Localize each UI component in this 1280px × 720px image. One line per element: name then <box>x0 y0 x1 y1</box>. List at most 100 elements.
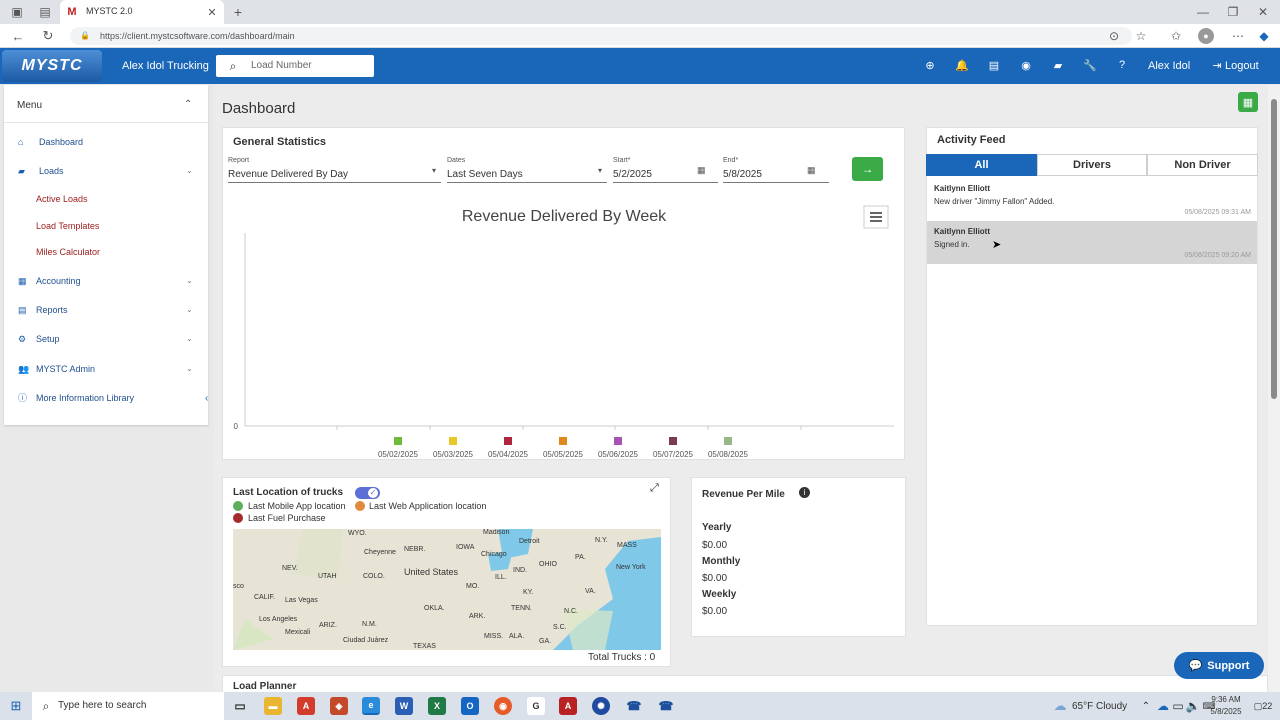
activity-item[interactable]: Kaitlynn Elliott Signed in. 05/08/2025 0… <box>927 221 1257 264</box>
copilot-icon[interactable]: ◆ <box>1256 28 1272 44</box>
activity-name: Kaitlynn Elliott <box>934 184 990 193</box>
scrollbar-thumb[interactable] <box>1271 99 1277 399</box>
sidebar-item-label: MYSTC Admin <box>36 364 96 374</box>
acrobat-icon[interactable]: A <box>297 697 315 715</box>
close-tab-icon[interactable]: ✕ <box>206 5 218 19</box>
user-name[interactable]: Alex Idol <box>1148 60 1190 72</box>
x-tick-label: 05/02/2025 <box>378 450 419 459</box>
truck-map[interactable]: WYO. NEBR. IOWA Madison Detroit N.Y. MAS… <box>233 529 661 650</box>
url-input[interactable]: 🔒 https://client.mystcsoftware.com/dashb… <box>70 27 1132 45</box>
more-menu-icon[interactable]: ⋯ <box>1230 28 1246 44</box>
logout-link[interactable]: Logout <box>1225 60 1259 72</box>
caret-down-icon[interactable]: ▾ <box>598 166 602 175</box>
favorite-star-icon[interactable]: ☆ <box>1133 28 1149 44</box>
sidebar-item-dashboard[interactable]: ⌂ Dashboard <box>4 132 208 152</box>
activity-item[interactable]: Kaitlynn Elliott New driver "Jimmy Fallo… <box>927 178 1257 221</box>
load-number-search[interactable]: ⌕ Load Number <box>216 55 374 77</box>
favorites-icon[interactable]: ✩ <box>1168 28 1184 44</box>
tab-actions-icon[interactable]: ▤ <box>38 5 52 19</box>
sidebar-item-setup[interactable]: ⚙ Setup ⌄ <box>4 329 208 349</box>
tab-non-driver[interactable]: Non Driver <box>1147 154 1258 176</box>
google-icon[interactable]: G <box>527 697 545 715</box>
calendar-icon[interactable]: ▦ <box>807 165 816 176</box>
close-window-icon[interactable]: ✕ <box>1256 4 1270 20</box>
sidebar-item-accounting[interactable]: ▦ Accounting ⌄ <box>4 271 208 291</box>
sidebar: Menu ⌃ ⌂ Dashboard ▰ Loads ⌄ Active Load… <box>4 85 208 425</box>
total-trucks: Total Trucks : 0 <box>588 652 656 663</box>
minimize-icon[interactable]: — <box>1196 4 1210 20</box>
wrench-icon[interactable]: 🔧 <box>1083 58 1097 72</box>
go-button[interactable]: → <box>852 157 883 181</box>
home-icon: ⌂ <box>18 137 24 147</box>
sidebar-subitem-load-templates[interactable]: Load Templates <box>36 218 99 234</box>
weather-text[interactable]: 65°F Cloudy <box>1072 701 1127 712</box>
info-icon[interactable]: i <box>799 487 810 498</box>
dates-select[interactable]: Last Seven Days <box>447 169 523 180</box>
truck-location-toggle[interactable]: ✓ <box>355 487 380 499</box>
back-icon[interactable]: ← <box>10 28 26 44</box>
user-circle-icon[interactable]: ◉ <box>1019 58 1033 72</box>
collapse-sidebar-icon[interactable]: ‹ <box>205 393 208 404</box>
end-date-input[interactable]: 5/8/2025 <box>723 169 762 180</box>
phone-app-2-icon[interactable]: ☎ <box>657 697 675 715</box>
calendar-icon[interactable]: ▦ <box>697 165 706 176</box>
sidebar-item-mystc-admin[interactable]: 👥 MYSTC Admin ⌄ <box>4 359 208 379</box>
chat-bubble-icon: 💬 <box>1188 660 1203 672</box>
tab-drivers[interactable]: Drivers <box>1037 154 1147 176</box>
outlook-icon[interactable]: O <box>461 697 479 715</box>
speaker-icon[interactable]: 🔈 <box>1186 698 1201 714</box>
help-icon[interactable]: ? <box>1115 58 1129 72</box>
task-view-icon[interactable]: ▭ <box>231 697 249 715</box>
network-app-icon[interactable]: ✺ <box>592 697 610 715</box>
clock-date[interactable]: 5/8/2025 <box>1206 707 1246 716</box>
app-icon[interactable]: ◈ <box>330 697 348 715</box>
workspaces-icon[interactable]: ▣ <box>10 5 24 19</box>
web-location-dot <box>355 501 365 511</box>
tab-all[interactable]: All <box>926 154 1037 176</box>
chevron-up-icon[interactable]: ⌃ <box>184 99 192 110</box>
profile-icon[interactable]: ● <box>1198 28 1214 44</box>
chat-icon[interactable]: ▤ <box>987 58 1001 72</box>
chevron-up-icon[interactable]: ⌃ <box>1140 698 1152 714</box>
spreadsheet-icon[interactable]: ▦ <box>1238 92 1258 112</box>
clock-time[interactable]: 9:36 AM <box>1208 695 1244 704</box>
sidebar-subitem-active-loads[interactable]: Active Loads <box>36 191 88 207</box>
word-icon[interactable]: W <box>395 697 413 715</box>
phone-app-icon[interactable]: ☎ <box>625 697 643 715</box>
add-circle-icon[interactable]: ⊕ <box>923 58 937 72</box>
notifications-icon[interactable]: ▢ 22 <box>1252 698 1274 714</box>
page-scrollbar[interactable] <box>1268 85 1280 692</box>
acrobat-reader-icon[interactable]: A <box>559 697 577 715</box>
menu-header[interactable]: Menu ⌃ <box>4 85 208 123</box>
file-explorer-icon[interactable]: ▬ <box>264 697 282 715</box>
firefox-icon[interactable]: ◉ <box>494 697 512 715</box>
truck-icon[interactable]: ▰ <box>1051 58 1065 72</box>
page-title: Dashboard <box>222 100 296 117</box>
lock-icon[interactable]: 🔒 <box>80 30 90 42</box>
browser-tab[interactable]: M MYSTC 2.0 ✕ <box>60 0 224 24</box>
support-button[interactable]: 💬 Support <box>1174 652 1264 679</box>
caret-down-icon[interactable]: ▾ <box>432 166 436 175</box>
activity-name: Kaitlynn Elliott <box>934 227 990 236</box>
taskbar-search[interactable]: ⌕ Type here to search <box>32 692 224 720</box>
expand-icon[interactable]: ⤢ <box>650 482 659 495</box>
excel-icon[interactable]: X <box>428 697 446 715</box>
logout-icon[interactable]: ⇥ <box>1210 58 1224 72</box>
new-tab-icon[interactable]: + <box>230 4 246 20</box>
sidebar-subitem-miles-calculator[interactable]: Miles Calculator <box>36 244 100 260</box>
network-icon[interactable]: ▭ <box>1172 698 1184 714</box>
windows-start-icon[interactable]: ⊞ <box>8 698 24 714</box>
start-date-input[interactable]: 5/2/2025 <box>613 169 652 180</box>
edge-icon[interactable]: e <box>362 697 380 715</box>
maximize-icon[interactable]: ❐ <box>1226 4 1240 20</box>
sidebar-item-loads[interactable]: ▰ Loads ⌄ <box>4 161 208 181</box>
reader-mode-icon[interactable]: ⊙ <box>1106 28 1122 44</box>
report-select[interactable]: Revenue Delivered By Day <box>228 169 348 180</box>
onedrive-icon[interactable]: ☁ <box>1157 698 1169 714</box>
bell-icon[interactable]: 🔔 <box>955 58 969 72</box>
sidebar-item-reports[interactable]: ▤ Reports ⌄ <box>4 300 208 320</box>
chart-menu-icon[interactable] <box>863 205 889 229</box>
sidebar-item-more-info[interactable]: ⓘ More Information Library <box>4 388 208 408</box>
mystc-logo[interactable]: MYSTC <box>2 50 102 82</box>
refresh-icon[interactable]: ↻ <box>40 28 56 44</box>
